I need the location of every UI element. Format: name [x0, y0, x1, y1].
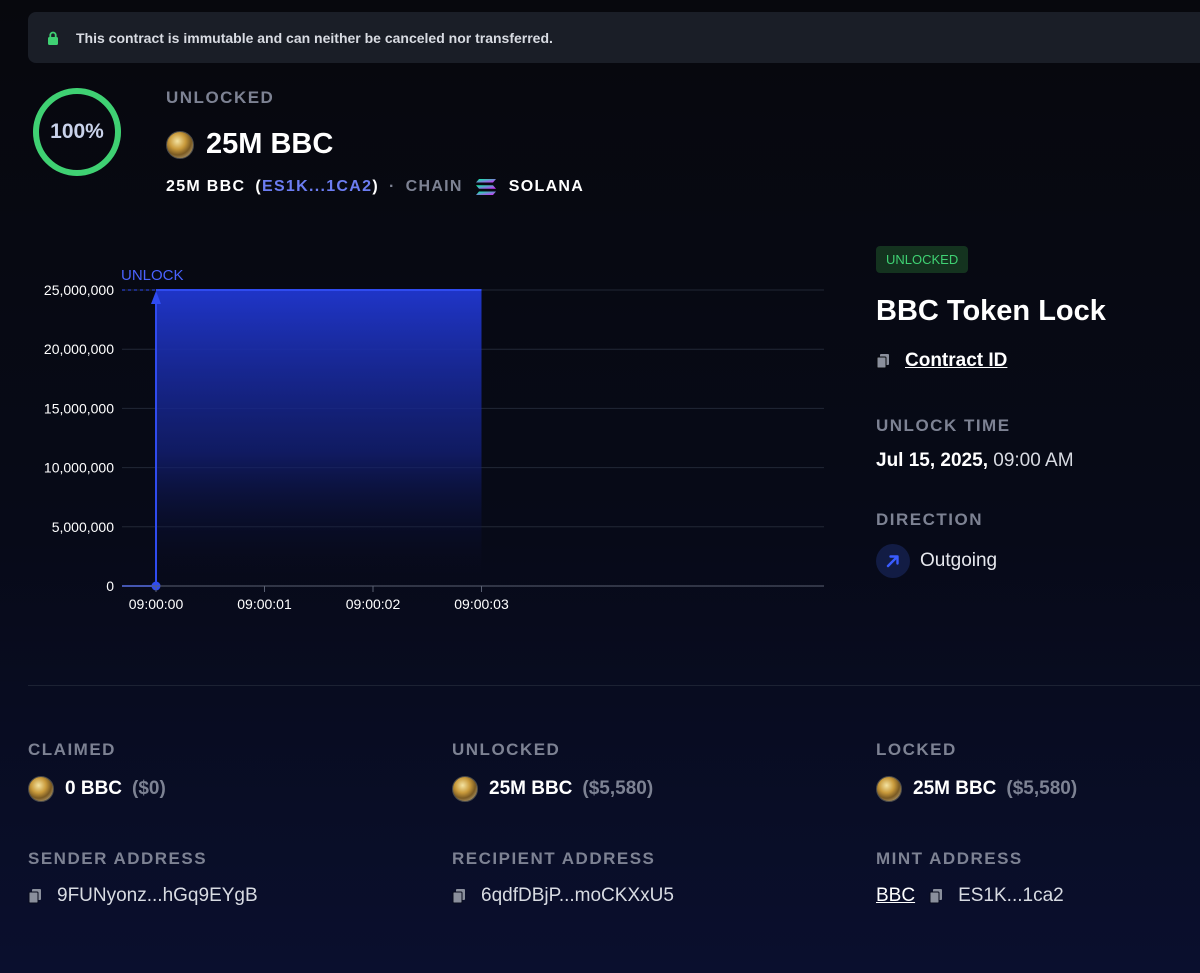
lock-icon [46, 31, 60, 45]
unlocked-stat: UNLOCKED 25M BBC ($5,580) [452, 740, 653, 802]
token-avatar [166, 130, 194, 159]
contract-id-link[interactable]: Contract ID [905, 350, 1007, 372]
x-tick-label: 09:00:00 [129, 596, 184, 612]
token-meta: 25M BBC ( ES1K...1CA2 ) · CHAIN SOLANA [166, 178, 585, 196]
direction-value: Outgoing [920, 550, 998, 571]
unlock-chart: 25,000,000 20,000,000 15,000,000 10,000,000… [44, 267, 824, 612]
contract-id-row: Contract ID [876, 350, 1196, 372]
unlocked-usd: ($5,580) [582, 778, 654, 799]
y-tick-label: 15,000,000 [44, 400, 114, 416]
status-label: UNLOCKED [166, 88, 275, 107]
unlock-time-value: Jul 15, 2025, 09:00 AM [876, 450, 1196, 472]
copy-icon[interactable] [28, 888, 43, 904]
outgoing-arrow-icon [876, 544, 910, 578]
recipient-address-value[interactable]: 6qdfDBjP...moCKXxU5 [481, 885, 674, 907]
claimed-stat: CLAIMED 0 BBC ($0) [28, 740, 166, 802]
sender-address-value[interactable]: 9FUNyonz...hGq9EYgB [57, 885, 258, 907]
token-avatar [28, 776, 54, 802]
y-tick-label: 25,000,000 [44, 282, 114, 298]
token-address-link[interactable]: ES1K...1CA2 [262, 178, 372, 196]
locked-usd: ($5,580) [1006, 778, 1078, 799]
x-tick-label: 09:00:02 [346, 596, 401, 612]
locked-stat: LOCKED 25M BBC ($5,580) [876, 740, 1077, 802]
unlock-marker-label: UNLOCK [121, 267, 184, 284]
mint-address-block: MINT ADDRESS BBC ES1K...1ca2 [876, 849, 1064, 907]
claimed-usd: ($0) [132, 778, 166, 799]
claimed-amount: 0 BBC [65, 778, 123, 799]
unlocked-amount: 25M BBC [489, 778, 573, 799]
amount-title: 25M BBC [206, 128, 334, 160]
copy-icon[interactable] [876, 353, 891, 369]
unlock-area [156, 290, 482, 586]
recipient-address-block: RECIPIENT ADDRESS 6qdfDBjP...moCKXxU5 [452, 849, 674, 907]
y-tick-label: 10,000,000 [44, 460, 114, 476]
y-tick-label: 20,000,000 [44, 341, 114, 357]
mint-token-link[interactable]: BBC [876, 885, 915, 907]
unlock-clock: 09:00 AM [993, 450, 1074, 471]
mint-address-value[interactable]: ES1K...1ca2 [958, 885, 1064, 907]
lock-title: BBC Token Lock [876, 295, 1106, 327]
direction-row: Outgoing [876, 544, 1196, 578]
status-badge: UNLOCKED [876, 246, 969, 273]
mint-address-label: MINT ADDRESS [876, 849, 1023, 868]
unlocked-label: UNLOCKED [452, 740, 561, 759]
y-tick-label: 5,000,000 [52, 519, 114, 535]
sender-address-block: SENDER ADDRESS 9FUNyonz...hGq9EYgB [28, 849, 258, 907]
unlock-time-label: UNLOCK TIME [876, 416, 1011, 435]
locked-amount: 25M BBC [913, 778, 997, 799]
token-avatar [876, 776, 902, 802]
banner-text: This contract is immutable and can neith… [76, 29, 553, 46]
immutable-banner: This contract is immutable and can neith… [28, 12, 1200, 63]
recipient-address-label: RECIPIENT ADDRESS [452, 849, 656, 868]
claimed-label: CLAIMED [28, 740, 116, 759]
direction-label: DIRECTION [876, 510, 983, 529]
y-tick-label: 0 [106, 578, 114, 594]
lock-details-panel: UNLOCKED BBC Token Lock Contract ID UNLO… [876, 246, 1196, 578]
amount-row: 25M BBC [166, 128, 333, 161]
chain-name: SOLANA [508, 178, 585, 195]
progress-percent: 100% [50, 120, 104, 143]
locked-label: LOCKED [876, 740, 957, 759]
unlock-date: Jul 15, 2025, [876, 450, 988, 471]
x-tick-label: 09:00:03 [454, 596, 509, 612]
sender-address-label: SENDER ADDRESS [28, 849, 208, 868]
token-avatar [452, 776, 478, 802]
x-tick-label: 09:00:01 [237, 596, 292, 612]
chain-label: CHAIN [405, 178, 463, 195]
solana-icon [475, 178, 497, 196]
copy-icon[interactable] [452, 888, 467, 904]
copy-icon[interactable] [929, 888, 944, 904]
section-divider [28, 685, 1200, 686]
token-amount: 25M BBC [166, 178, 246, 195]
